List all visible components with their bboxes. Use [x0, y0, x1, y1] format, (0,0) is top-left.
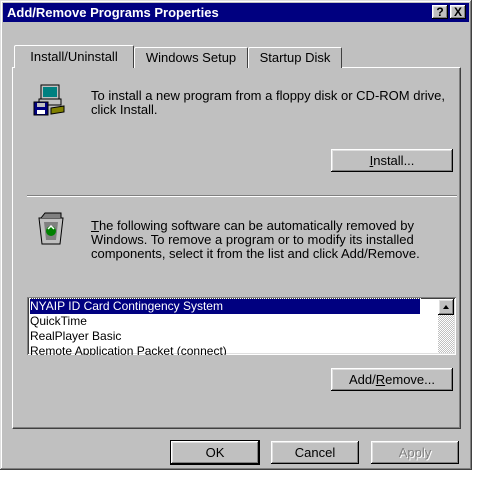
uninstall-description: The following software can be automatica…	[91, 219, 451, 261]
install-button-suffix: nstall...	[373, 153, 415, 168]
close-button[interactable]: X	[450, 5, 466, 19]
add-remove-button-prefix: Add/	[349, 372, 376, 387]
add-remove-button-suffix: emove...	[385, 372, 435, 387]
tab-install-uninstall[interactable]: Install/Uninstall	[14, 45, 134, 68]
list-item[interactable]: NYAIP ID Card Contingency System	[29, 298, 421, 315]
arrow-up-icon	[443, 305, 449, 309]
install-button[interactable]: Install...	[331, 149, 453, 172]
cancel-button[interactable]: Cancel	[271, 441, 359, 464]
uninstall-description-mnemonic: T	[91, 218, 99, 233]
tab-startup-disk[interactable]: Startup Disk	[248, 47, 342, 68]
dialog-window: Add/Remove Programs Properties ? X To in…	[0, 0, 472, 470]
uninstall-recycle-icon	[35, 212, 67, 246]
list-scrollbar[interactable]	[438, 299, 454, 353]
scroll-up-arrow[interactable]	[438, 299, 454, 315]
tab-windows-setup[interactable]: Windows Setup	[134, 47, 248, 68]
add-remove-button-mnemonic: R	[375, 372, 386, 387]
ok-button[interactable]: OK	[170, 440, 260, 465]
apply-button[interactable]: Apply	[371, 441, 459, 464]
help-button[interactable]: ?	[432, 5, 448, 19]
list-item[interactable]: RealPlayer Basic	[30, 329, 121, 344]
add-remove-button[interactable]: Add/Remove...	[331, 368, 453, 391]
install-description: To install a new program from a floppy d…	[91, 88, 446, 117]
section-divider	[27, 195, 457, 197]
title-bar[interactable]: Add/Remove Programs Properties ? X	[3, 3, 469, 22]
installed-programs-list[interactable]: NYAIP ID Card Contingency System QuickTi…	[27, 297, 456, 355]
window-title: Add/Remove Programs Properties	[7, 5, 219, 20]
list-item[interactable]: QuickTime	[30, 314, 87, 329]
uninstall-description-text: he following software can be automatical…	[91, 218, 420, 261]
tab-panel-install-uninstall: To install a new program from a floppy d…	[12, 67, 461, 429]
installer-computer-icon	[31, 84, 67, 118]
list-item[interactable]: Remote Application Packet (connect)	[30, 344, 227, 355]
